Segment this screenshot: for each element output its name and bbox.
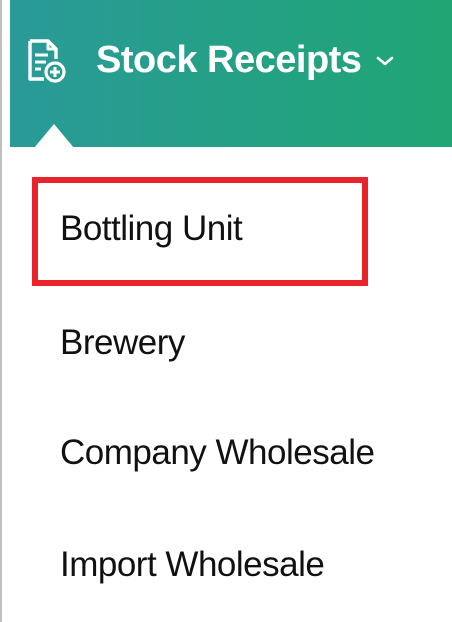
dropdown-caret	[34, 124, 74, 148]
stock-receipts-menu-header[interactable]: Stock Receipts	[10, 0, 452, 147]
left-border	[0, 0, 2, 622]
document-add-icon	[28, 38, 66, 83]
chevron-down-icon	[377, 56, 394, 65]
menu-item-company-wholesale[interactable]: Company Wholesale	[60, 433, 375, 473]
menu-item-brewery[interactable]: Brewery	[60, 323, 185, 363]
menu-title: Stock Receipts	[96, 39, 362, 81]
menu-item-import-wholesale[interactable]: Import Wholesale	[60, 545, 325, 585]
highlight-box	[32, 177, 368, 286]
